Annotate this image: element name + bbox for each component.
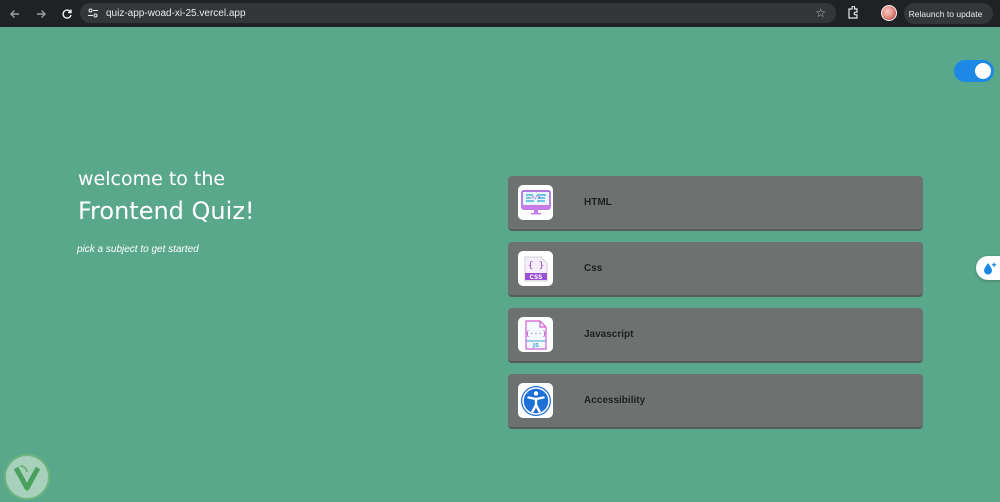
subject-label-css: Css	[584, 263, 603, 274]
javascript-icon: {···} JS	[518, 317, 553, 352]
subject-card-javascript[interactable]: {···} JS Javascript	[508, 308, 923, 363]
relaunch-button[interactable]: Relaunch to update	[904, 3, 993, 24]
extensions-icon[interactable]	[846, 5, 860, 20]
subject-card-html[interactable]: </> HTML	[508, 176, 923, 231]
toggle-knob	[975, 63, 991, 79]
svg-text:CSS: CSS	[529, 274, 542, 281]
html-icon: </>	[518, 185, 553, 220]
accessibility-icon	[518, 383, 553, 418]
sparkle-drop-icon	[984, 262, 997, 275]
url-text[interactable]: quiz-app-woad-xi-25.vercel.app	[106, 8, 246, 19]
svg-text:{ }: { }	[527, 261, 543, 271]
subject-label-javascript: Javascript	[584, 329, 634, 340]
subject-label-html: HTML	[584, 197, 612, 208]
browser-toolbar: quiz-app-woad-xi-25.vercel.app ☆ Relaunc…	[0, 0, 1000, 27]
profile-avatar[interactable]	[881, 5, 897, 21]
bookmark-star-icon[interactable]: ☆	[815, 6, 826, 20]
reload-icon[interactable]	[56, 3, 78, 25]
page-title: Frontend Quiz!	[78, 197, 255, 225]
address-bar[interactable]: quiz-app-woad-xi-25.vercel.app ☆	[80, 3, 836, 23]
welcome-heading: welcome to the	[78, 168, 226, 190]
theme-toggle[interactable]	[954, 60, 994, 82]
svg-text:{···}: {···}	[525, 330, 546, 338]
relaunch-label: Relaunch to update	[908, 8, 983, 19]
subject-card-accessibility[interactable]: Accessibility	[508, 374, 923, 429]
forward-icon[interactable]	[30, 3, 52, 25]
side-assistant-button[interactable]	[976, 256, 1000, 280]
back-icon[interactable]	[4, 3, 26, 25]
site-info-icon[interactable]	[86, 6, 100, 20]
subject-list: </> HTML { } CSS Css {···} JS Javascript…	[508, 176, 923, 440]
svg-text:JS: JS	[531, 343, 538, 349]
watermark-logo	[2, 452, 52, 502]
subject-card-css[interactable]: { } CSS Css	[508, 242, 923, 297]
css-icon: { } CSS	[518, 251, 553, 286]
svg-text:</>: </>	[531, 195, 540, 201]
subtitle: pick a subject to get started	[77, 244, 199, 255]
subject-label-accessibility: Accessibility	[584, 395, 646, 406]
